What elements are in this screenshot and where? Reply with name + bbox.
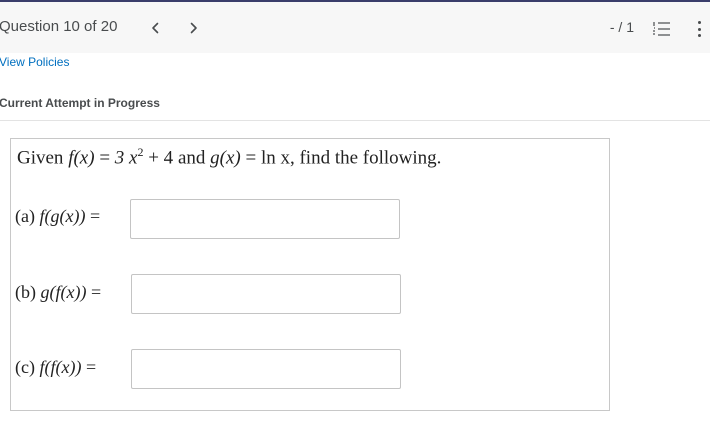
part-a-letter: (a)	[15, 206, 35, 226]
more-vertical-icon-dot	[697, 21, 701, 24]
question-box: Given f(x) = 3 x2 + 4 and g(x) = ln x, f…	[10, 138, 610, 411]
previous-question-button[interactable]	[144, 15, 166, 41]
part-b-letter: (b)	[15, 282, 36, 302]
prompt-and-word: and	[177, 147, 206, 169]
f-definition-term: 3 x	[114, 147, 138, 169]
next-question-button[interactable]	[182, 15, 204, 41]
g-definition-rhs: ln x,	[260, 147, 295, 169]
part-b-label: (b) g(f(x)) =	[15, 282, 101, 303]
more-vertical-icon-dot	[697, 27, 701, 31]
answer-input-b[interactable]	[131, 274, 401, 314]
question-counter: Question 10 of 20	[0, 18, 118, 35]
part-a-label: (a) f(g(x)) =	[15, 206, 100, 227]
question-prompt: Given f(x) = 3 x2 + 4 and g(x) = ln x, f…	[17, 145, 441, 169]
f-definition-lhs: f(x)	[68, 147, 95, 169]
chevron-right-icon	[190, 22, 197, 34]
attempt-status: Current Attempt in Progress	[0, 96, 160, 110]
part-a-equals: =	[89, 206, 101, 226]
answer-input-a[interactable]	[130, 199, 400, 239]
part-c-letter: (c)	[15, 357, 35, 377]
numbered-list-icon[interactable]	[652, 19, 672, 39]
equals-sign: =	[245, 147, 257, 169]
prompt-instruction: find the following.	[299, 147, 442, 169]
answer-input-c[interactable]	[131, 349, 401, 389]
f-definition-constant: + 4	[148, 147, 174, 169]
more-vertical-icon-dot	[697, 34, 701, 37]
part-b-equals: =	[90, 282, 102, 302]
f-definition-exponent: 2	[137, 145, 144, 159]
part-c-label: (c) f(f(x)) =	[15, 357, 96, 378]
question-header: Question 10 of 20 - / 1	[0, 2, 710, 53]
part-b-expression: g(f(x))	[40, 282, 87, 302]
section-divider	[0, 120, 710, 121]
prompt-given-word: Given	[17, 147, 64, 169]
score-display: - / 1	[609, 19, 634, 35]
g-definition-lhs: g(x)	[210, 147, 241, 169]
part-c-expression: f(f(x))	[39, 357, 82, 377]
chevron-left-icon	[151, 22, 158, 34]
view-policies-link[interactable]: View Policies	[0, 55, 69, 69]
part-a-expression: f(g(x))	[39, 206, 86, 226]
part-c-equals: =	[85, 357, 97, 377]
equals-sign: =	[99, 147, 111, 169]
more-options-button[interactable]	[693, 19, 705, 39]
